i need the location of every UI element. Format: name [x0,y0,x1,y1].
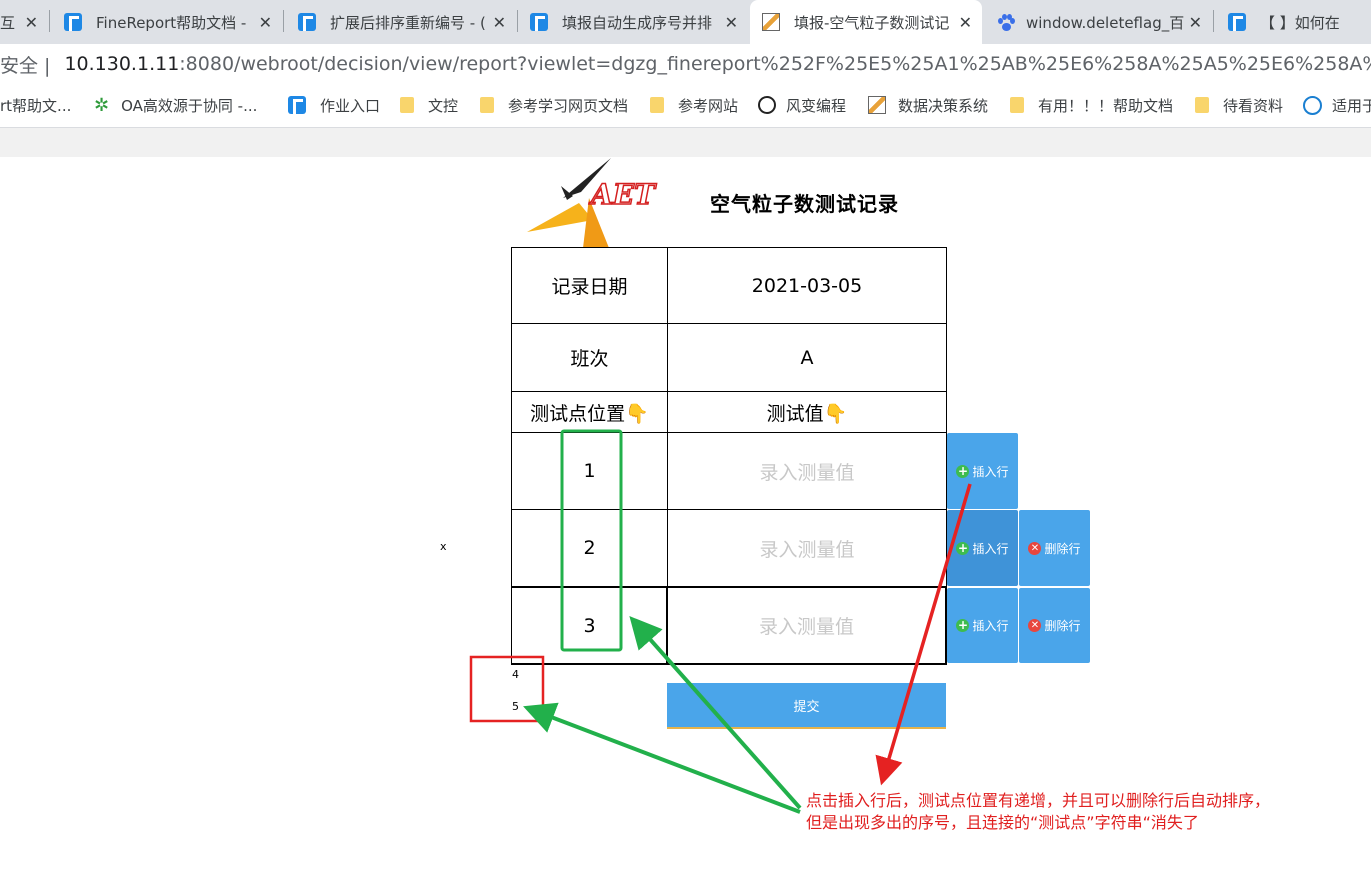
delete-row-button[interactable]: ✕ 删除行 [1019,588,1090,663]
tab-strip: 互 ✕ FineReport帮助文档 - ✕ 扩展后排序重新编号 - ( ✕ 填… [0,0,1371,44]
plus-icon: + [956,463,970,478]
stray-mark: x [440,540,447,553]
bookmark-item[interactable]: 风变编程 [758,94,846,116]
company-logo: AET [527,158,658,248]
report-title: 空气粒子数测试记录 [710,192,899,216]
tab-close-icon[interactable]: ✕ [493,13,506,32]
highlight-box-red [469,655,545,723]
folder-icon [400,97,414,113]
url-path: :8080/webroot/decision/view/report?viewl… [179,53,1371,75]
baidu-icon [996,13,1015,31]
finereport-icon [64,13,82,31]
tab-2[interactable]: FineReport帮助文档 - ✕ [50,0,282,44]
bookmark-item[interactable]: rt帮助文... [0,94,71,116]
column-header-value: 测试值👇 [766,402,848,425]
submit-button[interactable]: 提交 [667,683,946,729]
bookmark-item[interactable]: 参考网站 [650,94,738,116]
finereport-icon [298,13,316,31]
annotation-text: 点击插入行后，测试点位置有递增，并且可以删除行后自动排序， 但是出现多出的序号，… [806,791,1271,832]
report-logo-icon [868,96,886,114]
delete-icon: ✕ [1028,619,1042,632]
tab-6[interactable]: window.deleteflag_百 ✕ [984,0,1212,44]
row-index: 2 [583,537,596,559]
shift-value[interactable]: A [668,324,946,391]
row-index: 1 [583,460,596,482]
extra-index: 5 [512,700,519,713]
svg-text:AET: AET [588,178,657,211]
folder-icon [650,97,664,113]
measurement-input[interactable]: 录入测量值 [668,588,945,663]
insert-row-button[interactable]: + 插入行 [947,433,1018,509]
tab-4[interactable]: 填报自动生成序号并排 ✕ [518,0,748,44]
finereport-icon [288,96,306,114]
bookmark-item[interactable]: 作业入口 [288,94,380,116]
date-label: 记录日期 [551,276,628,298]
insert-row-button[interactable]: + 插入行 [947,588,1018,663]
dell-icon [1303,95,1322,115]
panda-icon [758,96,776,114]
bookmark-item[interactable]: ✲ OA高效源于协同 -... [94,94,257,116]
tab-close-icon[interactable]: ✕ [259,13,272,32]
measurement-input[interactable]: 录入测量值 [668,433,946,509]
tab-1[interactable]: 互 ✕ [0,0,48,44]
delete-icon: ✕ [1028,541,1042,555]
folder-icon [480,97,494,113]
tab-close-icon[interactable]: ✕ [25,13,38,32]
measurement-input[interactable]: 录入测量值 [668,510,946,586]
tab-5-active[interactable]: 填报-空气粒子数测试记 ✕ [750,0,982,44]
tab-7[interactable]: 【 】如何在 [1214,0,1371,44]
plus-icon: + [956,540,970,555]
address-bar[interactable]: 安全 | 10.130.1.11 :8080/webroot/decision/… [0,44,1371,84]
report-logo-icon [762,13,780,31]
tab-close-icon[interactable]: ✕ [959,13,972,32]
tab-close-icon[interactable]: ✕ [1189,13,1202,32]
bookmark-item[interactable]: 参考学习网页文档 [480,94,628,116]
report-toolbar-strip [0,128,1371,157]
folder-icon [1010,97,1024,113]
date-value[interactable]: 2021-03-05 [668,248,946,323]
delete-row-button[interactable]: ✕ 删除行 [1019,510,1090,586]
tab-3[interactable]: 扩展后排序重新编号 - ( ✕ [284,0,516,44]
tab-close-icon[interactable]: ✕ [725,13,738,32]
security-indicator[interactable]: 安全 | [0,51,50,78]
finereport-icon [1228,13,1246,31]
bookmark-item[interactable]: 待看资料 [1195,94,1283,116]
shift-label: 班次 [570,348,609,370]
insert-row-button[interactable]: + 插入行 [947,510,1018,586]
row-index: 3 [583,614,596,637]
bookmarks-bar: rt帮助文... ✲ OA高效源于协同 -... 作业入口 文控 参考学习网页文… [0,84,1371,128]
url-host: 10.130.1.11 [64,53,180,75]
column-header-position: 测试点位置👇 [530,402,649,425]
plus-icon: + [956,618,970,632]
bookmark-item[interactable]: 数据决策系统 [868,94,988,116]
browser-window: { "tabs": [ {"title": "互", "icon": "page… [0,0,1371,885]
bookmark-item[interactable]: 有用！！！帮助文档 [1010,94,1173,116]
oa-gear-icon: ✲ [94,94,110,116]
folder-icon [1195,97,1209,113]
extra-index: 4 [512,668,519,681]
bookmark-item[interactable]: 文控 [400,94,458,116]
bookmark-item[interactable]: 适用于 [1303,94,1371,116]
finereport-icon [530,13,548,31]
